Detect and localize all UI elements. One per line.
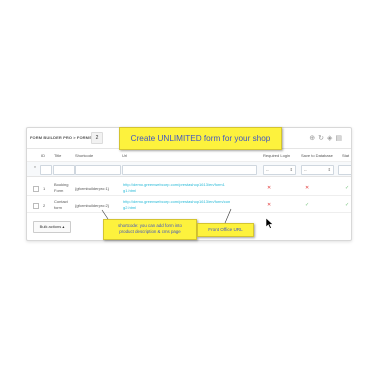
mouse-cursor-icon — [266, 218, 274, 229]
front-office-url-note: Front Office URL — [197, 223, 254, 237]
shortcode-note: shortcode: you can add form into product… — [103, 219, 197, 240]
url-callout-line — [224, 208, 232, 224]
shortcode-callout-line — [101, 209, 109, 220]
callout-arrows — [101, 208, 232, 224]
